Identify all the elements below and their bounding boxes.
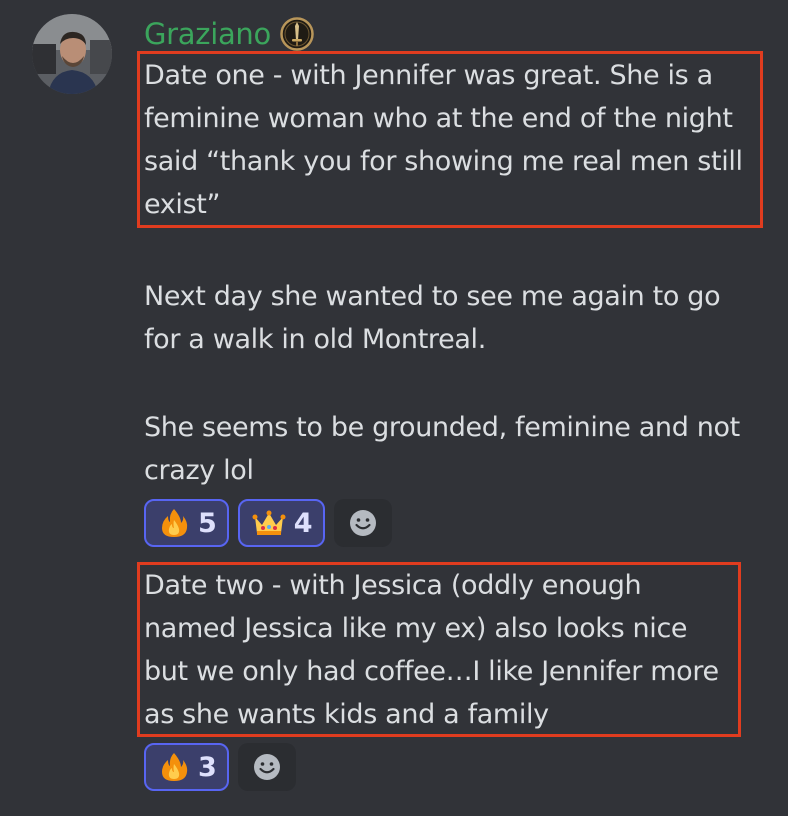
add-reaction-button[interactable] bbox=[237, 743, 296, 791]
reaction-fire[interactable]: 3 bbox=[144, 743, 229, 791]
reactions-bar: 3 bbox=[144, 743, 296, 791]
username[interactable]: Graziano bbox=[144, 14, 271, 54]
message-text: Next day she wanted to see me again to g… bbox=[144, 281, 721, 355]
reaction-crown[interactable]: 4 bbox=[237, 499, 325, 547]
smiley-icon bbox=[348, 508, 378, 538]
sword-badge-icon[interactable] bbox=[279, 16, 315, 52]
smiley-icon bbox=[252, 752, 282, 782]
fire-icon bbox=[158, 751, 190, 783]
reaction-fire[interactable]: 5 bbox=[144, 499, 229, 547]
add-reaction-button[interactable] bbox=[333, 499, 392, 547]
fire-icon bbox=[158, 507, 190, 539]
message-text: Date one - with Jennifer was great. She … bbox=[144, 60, 743, 220]
crown-icon bbox=[252, 507, 286, 539]
message-header: Graziano bbox=[144, 14, 315, 54]
reaction-count: 4 bbox=[293, 507, 313, 539]
avatar[interactable] bbox=[32, 14, 112, 94]
reactions-bar: 5 4 bbox=[144, 499, 392, 547]
reaction-count: 3 bbox=[198, 751, 217, 783]
message-text: Date two - with Jessica (oddly enough na… bbox=[144, 570, 719, 730]
reaction-count: 5 bbox=[198, 507, 217, 539]
message-text: She seems to be grounded, feminine and n… bbox=[144, 412, 740, 486]
